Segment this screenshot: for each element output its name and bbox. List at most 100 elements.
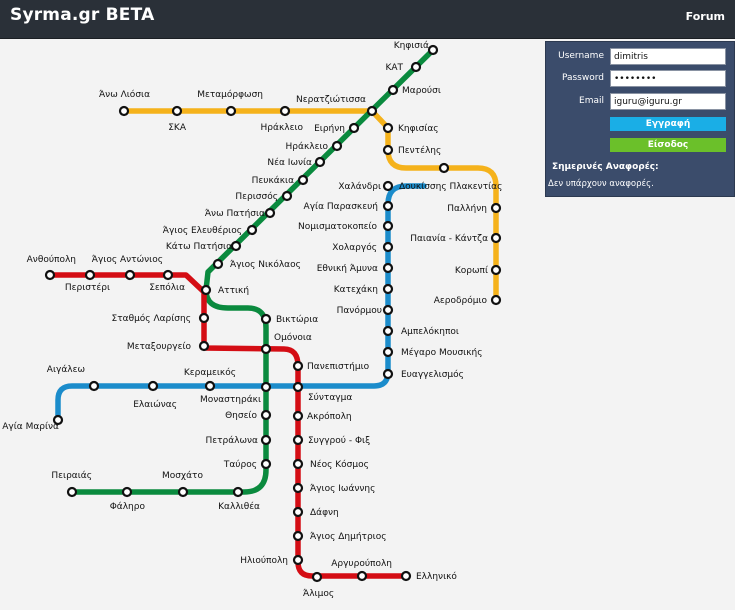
station-label-faliro[interactable]: Φάληρο bbox=[110, 502, 146, 512]
station-dot-ag_nikolaos[interactable] bbox=[212, 258, 224, 270]
station-dot-ilioupoli[interactable] bbox=[292, 554, 304, 566]
station-dot-syntagma[interactable] bbox=[292, 381, 304, 393]
station-label-anthoupoli[interactable]: Ανθούπολη bbox=[27, 254, 76, 265]
station-dot-ska[interactable] bbox=[171, 105, 183, 117]
station-label-metaxourgeio[interactable]: Μεταξουργείο bbox=[127, 342, 192, 352]
station-label-ag_paraskevi[interactable]: Αγία Παρασκευή bbox=[304, 202, 378, 212]
station-dot-kifisia[interactable] bbox=[427, 44, 439, 56]
station-label-nomismatokopeio[interactable]: Νομισματοκοπείο bbox=[298, 222, 377, 232]
station-dot-marousi[interactable] bbox=[387, 84, 399, 96]
station-label-peiraias[interactable]: Πειραιάς bbox=[51, 471, 92, 481]
station-dot-ag_dimitrios[interactable] bbox=[292, 530, 304, 542]
station-label-pentelis[interactable]: Πεντέλης bbox=[398, 145, 441, 156]
station-dot-perissos[interactable] bbox=[281, 190, 293, 202]
station-label-ilioupoli[interactable]: Ηλιούπολη bbox=[240, 555, 288, 566]
station-dot-kallithea[interactable] bbox=[232, 486, 244, 498]
station-dot-doukissis[interactable] bbox=[438, 162, 450, 174]
station-label-panepistimio[interactable]: Πανεπιστήμιο bbox=[307, 362, 370, 372]
station-dot-attiki[interactable] bbox=[200, 284, 212, 296]
station-dot-pefkakia[interactable] bbox=[297, 174, 309, 186]
station-label-larisis[interactable]: Σταθμός Λαρίσης bbox=[112, 313, 191, 324]
station-dot-paiania[interactable] bbox=[490, 232, 502, 244]
station-label-paiania[interactable]: Παιανία - Κάντζα bbox=[410, 234, 488, 244]
station-dot-alimos[interactable] bbox=[311, 571, 323, 583]
station-label-cholargos[interactable]: Χολαργός bbox=[332, 242, 377, 253]
station-dot-ag_paraskevi[interactable] bbox=[382, 200, 394, 212]
station-dot-katechaki[interactable] bbox=[382, 283, 394, 295]
station-label-neratziotissa[interactable]: Νερατζιώτισσα bbox=[296, 94, 366, 105]
station-label-ano_liosia[interactable]: Άνω Λιόσια bbox=[99, 89, 150, 100]
station-dot-peiraias[interactable] bbox=[66, 486, 78, 498]
station-dot-panormou[interactable] bbox=[382, 304, 394, 316]
station-dot-kato_patisia[interactable] bbox=[230, 240, 242, 252]
station-label-syngrou_fix[interactable]: Συγγρού - Φιξ bbox=[308, 435, 370, 446]
station-label-pallini[interactable]: Παλλήνη bbox=[447, 204, 487, 214]
station-dot-ag_ioannis[interactable] bbox=[292, 482, 304, 494]
station-label-kato_patisia[interactable]: Κάτω Πατήσια bbox=[166, 242, 232, 252]
station-label-evangelismos[interactable]: Ευαγγελισμός bbox=[401, 369, 464, 380]
station-label-marousi[interactable]: Μαρούσι bbox=[402, 85, 441, 96]
station-dot-peristeri[interactable] bbox=[84, 269, 96, 281]
station-dot-faliro[interactable] bbox=[121, 486, 133, 498]
station-dot-eirini[interactable] bbox=[348, 122, 360, 134]
station-label-katechaki[interactable]: Κατεχάκη bbox=[334, 285, 378, 295]
station-dot-tavros[interactable] bbox=[260, 458, 272, 470]
station-label-kat[interactable]: ΚΑΤ bbox=[385, 63, 403, 73]
station-dot-nea_ionia[interactable] bbox=[314, 156, 326, 168]
station-dot-chalandri[interactable] bbox=[382, 180, 394, 192]
station-dot-cholargos[interactable] bbox=[382, 241, 394, 253]
station-dot-ag_antonios[interactable] bbox=[124, 269, 136, 281]
password-input[interactable] bbox=[610, 70, 726, 87]
station-label-perissos[interactable]: Περισσός bbox=[235, 191, 278, 202]
station-label-aigaleo[interactable]: Αιγάλεω bbox=[47, 365, 85, 375]
station-dot-akropoli[interactable] bbox=[292, 410, 304, 422]
station-label-kifisias[interactable]: Κηφισίας bbox=[398, 124, 439, 134]
station-label-aerodromio[interactable]: Αεροδρόμιο bbox=[434, 295, 488, 306]
station-dot-pentelis[interactable] bbox=[382, 144, 394, 156]
station-dot-petralona[interactable] bbox=[260, 434, 272, 446]
station-label-tavros[interactable]: Ταύρος bbox=[223, 459, 257, 470]
station-label-elaionas[interactable]: Ελαιώνας bbox=[133, 399, 177, 410]
station-dot-monastiraki[interactable] bbox=[260, 381, 272, 393]
username-input[interactable] bbox=[610, 48, 726, 65]
station-dot-iraklio[interactable] bbox=[331, 140, 343, 152]
station-dot-evangelismos[interactable] bbox=[382, 368, 394, 380]
station-dot-ampelokipoi[interactable] bbox=[382, 325, 394, 337]
station-label-ampelokipoi[interactable]: Αμπελόκηποι bbox=[401, 326, 459, 337]
station-label-attiki[interactable]: Αττική bbox=[218, 286, 249, 296]
station-dot-moschato[interactable] bbox=[177, 486, 189, 498]
station-label-neos_kosmos[interactable]: Νέος Κόσμος bbox=[310, 459, 369, 470]
station-dot-elliniko[interactable] bbox=[400, 570, 412, 582]
station-dot-kat[interactable] bbox=[410, 61, 422, 73]
station-label-syntagma[interactable]: Σύνταγμα bbox=[308, 392, 352, 403]
station-dot-sepolia[interactable] bbox=[162, 269, 174, 281]
station-dot-ano_liosia[interactable] bbox=[118, 105, 130, 117]
station-label-kallithea[interactable]: Καλλιθέα bbox=[218, 501, 260, 512]
station-label-kifisia[interactable]: Κηφισιά bbox=[394, 41, 429, 51]
email-input[interactable] bbox=[610, 93, 726, 110]
station-label-dafni[interactable]: Δάφνη bbox=[310, 508, 339, 518]
station-label-ag_eleftherios[interactable]: Άγιος Ελευθέριος bbox=[163, 225, 242, 236]
station-dot-koropi[interactable] bbox=[490, 264, 502, 276]
login-button[interactable]: Είσοδος bbox=[610, 138, 726, 152]
station-label-elliniko[interactable]: Ελληνικό bbox=[416, 571, 457, 582]
station-label-eirini[interactable]: Ειρήνη bbox=[314, 124, 345, 134]
station-label-ag_nikolaos[interactable]: Άγιος Νικόλαος bbox=[230, 259, 301, 270]
station-dot-aigaleo[interactable] bbox=[88, 380, 100, 392]
station-label-iraklio[interactable]: Ηράκλειο bbox=[286, 142, 329, 152]
station-label-omonoia[interactable]: Ομόνοια bbox=[274, 332, 312, 343]
station-dot-nomismatokopeio[interactable] bbox=[382, 220, 394, 232]
station-dot-viktoria[interactable] bbox=[260, 313, 272, 325]
station-dot-dafni[interactable] bbox=[292, 506, 304, 518]
station-label-ag_antonios[interactable]: Άγιος Αντώνιος bbox=[92, 254, 163, 265]
station-label-ag_dimitrios[interactable]: Άγιος Δημήτριος bbox=[310, 532, 387, 542]
station-label-ag_ioannis[interactable]: Άγιος Ιωάννης bbox=[310, 484, 375, 494]
station-dot-omonoia[interactable] bbox=[260, 343, 272, 355]
station-dot-elaionas[interactable] bbox=[147, 380, 159, 392]
station-label-alimos[interactable]: Άλιμος bbox=[303, 589, 334, 599]
station-label-megaro[interactable]: Μέγαρο Μουσικής bbox=[401, 347, 483, 358]
station-label-ano_patisia[interactable]: Άνω Πατήσια bbox=[205, 209, 265, 219]
station-label-koropi[interactable]: Κορωπί bbox=[455, 266, 488, 276]
station-label-metamorfosi[interactable]: Μεταμόρφωση bbox=[197, 89, 263, 100]
station-dot-metaxourgeio[interactable] bbox=[198, 340, 210, 352]
